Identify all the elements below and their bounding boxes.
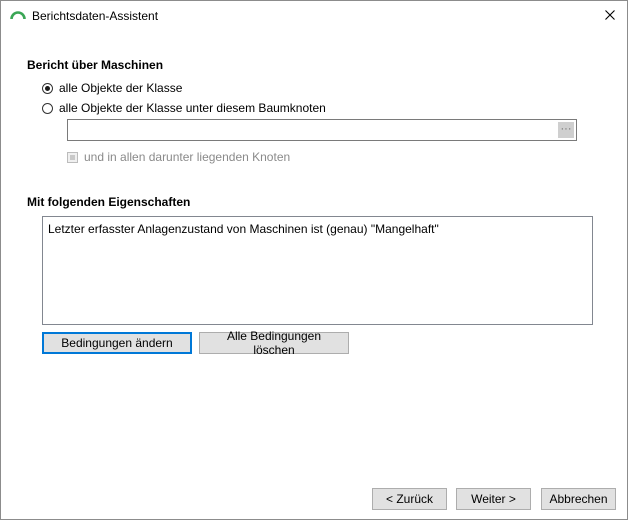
radio-tree-node-indicator[interactable] [42,102,53,114]
conditions-list[interactable]: Letzter erfasster Anlagenzustand von Mas… [42,216,593,325]
wizard-window: Berichtsdaten-Assistent Bericht über Mas… [0,0,628,520]
browse-node-button[interactable]: ··· [558,122,574,138]
clear-conditions-button[interactable]: Alle Bedingungen löschen [199,329,349,357]
include-subnodes-checkbox[interactable]: und in allen darunter liegenden Knoten [67,150,290,164]
change-conditions-button[interactable]: Bedingungen ändern [42,332,192,354]
back-button[interactable]: < Zurück [372,488,447,510]
radio-all-objects-indicator[interactable] [42,82,53,94]
close-icon [605,9,615,23]
cancel-button[interactable]: Abbrechen [541,488,616,510]
condition-item[interactable]: Letzter erfasster Anlagenzustand von Mas… [48,222,587,236]
tree-node-field[interactable]: ··· [67,119,577,141]
include-subnodes-label: und in allen darunter liegenden Knoten [84,150,291,164]
radio-all-objects-label: alle Objekte der Klasse [59,81,183,95]
include-subnodes-indicator[interactable] [67,151,78,163]
radio-tree-node[interactable]: alle Objekte der Klasse unter diesem Bau… [42,101,326,115]
title-bar[interactable]: Berichtsdaten-Assistent [1,1,627,31]
close-button[interactable] [593,1,627,31]
properties-heading: Mit folgenden Eigenschaften [27,195,191,209]
scope-heading: Bericht über Maschinen [27,58,164,72]
radio-all-objects[interactable]: alle Objekte der Klasse [42,81,182,95]
radio-tree-node-label: alle Objekte der Klasse unter diesem Bau… [59,101,326,115]
app-arc-icon [10,9,26,20]
next-button[interactable]: Weiter > [456,488,531,510]
window-title: Berichtsdaten-Assistent [32,9,159,23]
